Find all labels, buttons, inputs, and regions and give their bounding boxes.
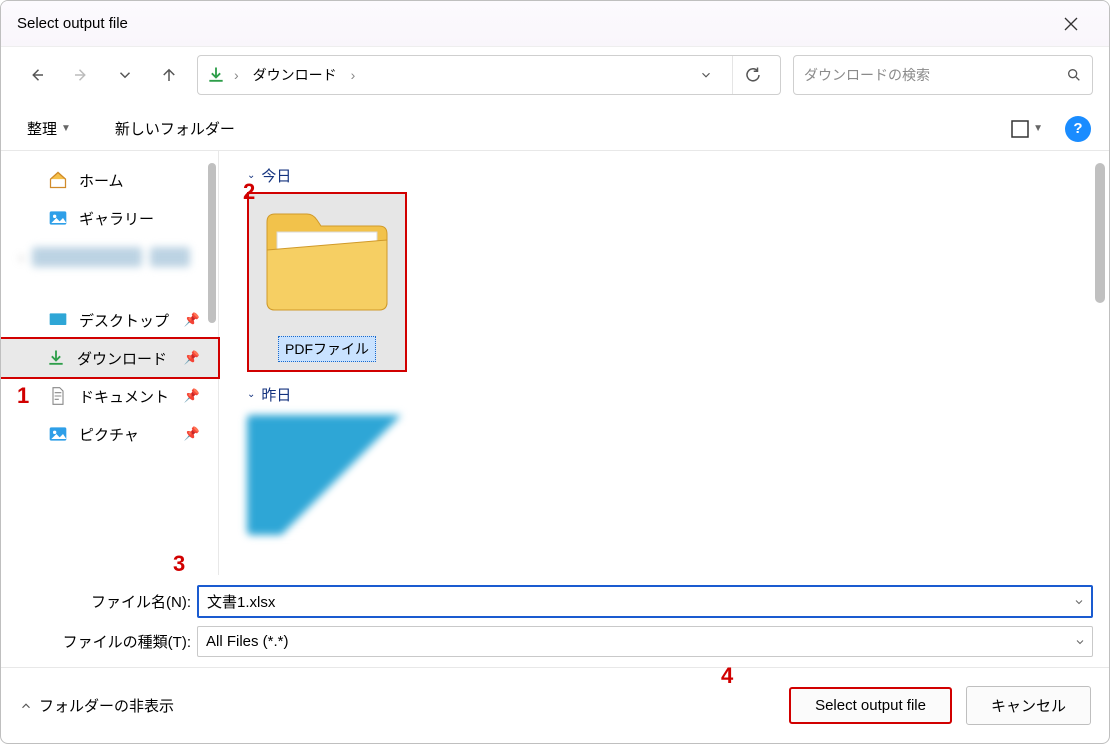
dropdown-triangle-icon: ▼ <box>1033 123 1043 134</box>
download-icon <box>206 65 226 85</box>
group-label: 今日 <box>261 165 291 186</box>
dropdown-triangle-icon: ▼ <box>61 123 71 134</box>
group-label: 昨日 <box>261 384 291 405</box>
arrow-up-icon <box>160 66 178 84</box>
refresh-icon <box>744 66 762 84</box>
help-button[interactable]: ? <box>1065 116 1091 142</box>
pin-icon: 📌 <box>184 350 200 366</box>
pictures-icon <box>47 423 69 445</box>
sidebar-item-label: ピクチャ <box>79 424 139 445</box>
address-bar[interactable]: › ダウンロード › <box>197 55 781 95</box>
chevron-down-icon <box>116 66 134 84</box>
close-icon <box>1064 17 1078 31</box>
file-list-pane: ⌄ 今日 PDFファイル ⌄ 昨日 <box>219 151 1109 575</box>
hide-folders-label: フォルダーの非表示 <box>39 695 174 716</box>
chevron-right-icon: › <box>19 249 24 265</box>
filetype-label: ファイルの種類(T): <box>17 631 197 652</box>
back-button[interactable] <box>21 59 53 91</box>
cancel-button[interactable]: キャンセル <box>966 686 1091 725</box>
sidebar-item-label: ドキュメント <box>79 386 169 407</box>
new-folder-button[interactable]: 新しいフォルダー <box>107 114 243 143</box>
chevron-down-icon <box>1074 636 1086 648</box>
cancel-button-label: キャンセル <box>991 698 1066 715</box>
select-button-label: Select output file <box>815 697 926 714</box>
content-scrollbar[interactable] <box>1095 163 1105 303</box>
view-icon <box>1011 120 1029 138</box>
chevron-down-icon <box>699 68 713 82</box>
fields-area: ファイル名(N): ファイルの種類(T): All Files (*.*) <box>1 575 1109 661</box>
gallery-icon <box>47 207 69 229</box>
sidebar: ホーム ギャラリー › デスクトップ 📌 <box>1 151 219 575</box>
arrow-right-icon <box>72 66 90 84</box>
sidebar-item-home[interactable]: ホーム <box>1 161 218 199</box>
file-item-blurred[interactable] <box>247 415 407 535</box>
filetype-value: All Files (*.*) <box>198 627 1068 656</box>
refresh-button[interactable] <box>732 56 772 94</box>
sidebar-item-desktop[interactable]: デスクトップ 📌 <box>1 301 218 339</box>
filetype-combo[interactable]: All Files (*.*) <box>197 626 1093 657</box>
help-icon: ? <box>1073 120 1082 137</box>
organize-button[interactable]: 整理 ▼ <box>19 114 79 143</box>
search-box[interactable] <box>793 55 1093 95</box>
new-folder-label: 新しいフォルダー <box>115 118 235 139</box>
breadcrumb-separator: › <box>234 67 239 83</box>
nav-row: › ダウンロード › <box>1 47 1109 107</box>
home-icon <box>47 169 69 191</box>
search-input[interactable] <box>802 66 1064 84</box>
bottom-bar: フォルダーの非表示 Select output file キャンセル <box>1 667 1109 743</box>
breadcrumb-segment[interactable]: ダウンロード <box>247 61 343 89</box>
group-header-yesterday[interactable]: ⌄ 昨日 <box>237 382 1091 411</box>
file-dialog-window: Select output file › ダウンロード › <box>0 0 1110 744</box>
desktop-icon <box>47 309 69 331</box>
recent-button[interactable] <box>109 59 141 91</box>
breadcrumb-separator: › <box>351 67 356 83</box>
filename-combo[interactable] <box>197 585 1093 618</box>
content-area: ホーム ギャラリー › デスクトップ 📌 <box>1 151 1109 575</box>
sidebar-item-label: デスクトップ <box>79 310 169 331</box>
filename-label: ファイル名(N): <box>17 591 197 612</box>
close-button[interactable] <box>1049 2 1093 46</box>
hide-folders-button[interactable]: フォルダーの非表示 <box>19 695 174 716</box>
up-button[interactable] <box>153 59 185 91</box>
view-button[interactable]: ▼ <box>1003 116 1051 142</box>
organize-label: 整理 <box>27 118 57 139</box>
folder-icon <box>257 202 397 322</box>
sidebar-item-documents[interactable]: ドキュメント 📌 <box>1 377 218 415</box>
documents-icon <box>47 385 69 407</box>
sidebar-item-downloads[interactable]: ダウンロード 📌 <box>1 337 220 379</box>
arrow-left-icon <box>28 66 46 84</box>
chevron-down-icon: ⌄ <box>247 170 255 181</box>
chevron-up-icon <box>19 699 33 713</box>
sidebar-item-pictures[interactable]: ピクチャ 📌 <box>1 415 218 453</box>
toolbar: 整理 ▼ 新しいフォルダー ▼ ? <box>1 107 1109 151</box>
sidebar-item-blurred[interactable]: › <box>1 237 218 277</box>
window-title: Select output file <box>17 15 128 32</box>
filename-input[interactable] <box>199 587 1067 616</box>
group-header-today[interactable]: ⌄ 今日 <box>237 163 1091 192</box>
address-history-button[interactable] <box>686 56 726 94</box>
download-icon <box>45 347 67 369</box>
chevron-down-icon: ⌄ <box>247 389 255 400</box>
search-icon <box>1064 67 1084 83</box>
folder-label: PDFファイル <box>278 336 376 362</box>
sidebar-item-label: ダウンロード <box>77 348 167 369</box>
pin-icon: 📌 <box>184 312 200 328</box>
sidebar-item-gallery[interactable]: ギャラリー <box>1 199 218 237</box>
sidebar-item-label: ギャラリー <box>79 208 154 229</box>
filename-dropdown[interactable] <box>1067 596 1091 608</box>
pin-icon: 📌 <box>184 426 200 442</box>
filetype-dropdown[interactable] <box>1068 636 1092 648</box>
sidebar-item-label: ホーム <box>79 170 124 191</box>
folder-item-pdf[interactable]: PDFファイル <box>247 192 407 372</box>
titlebar: Select output file <box>1 1 1109 47</box>
forward-button[interactable] <box>65 59 97 91</box>
select-output-file-button[interactable]: Select output file <box>789 687 952 724</box>
chevron-down-icon <box>1073 596 1085 608</box>
pin-icon: 📌 <box>184 388 200 404</box>
